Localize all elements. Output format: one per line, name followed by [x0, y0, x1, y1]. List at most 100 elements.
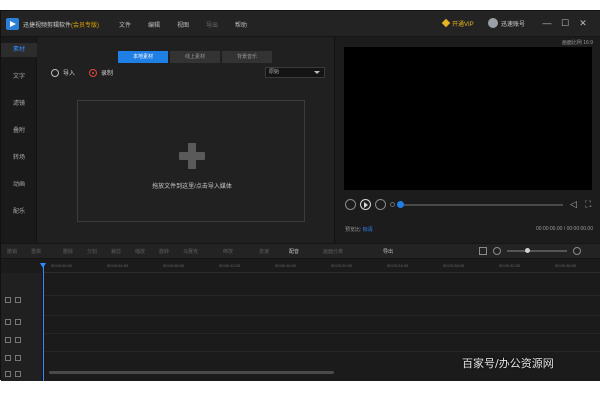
- delete-button[interactable]: 删除: [63, 248, 73, 255]
- text-track-icon[interactable]: [5, 337, 11, 343]
- undo-button[interactable]: 撤销: [7, 248, 17, 255]
- record-button[interactable]: 录制: [101, 68, 113, 77]
- ruler-tick: 00:00:28.00: [443, 263, 465, 268]
- aspect-ratio-label[interactable]: 画面比例 16:9: [562, 39, 593, 46]
- text-track-header: [5, 335, 39, 345]
- window-controls: — ☐ ✕: [541, 17, 589, 29]
- play-icon[interactable]: [360, 199, 371, 210]
- menu-export[interactable]: 导出: [206, 20, 235, 29]
- time-ruler[interactable]: 00:00:00.00 00:00:04.00 00:00:08.00 00:0…: [43, 259, 600, 273]
- tab-background-music[interactable]: 背景音乐: [222, 51, 272, 63]
- timeline-scrollbar[interactable]: [49, 371, 334, 374]
- ruler-tick: 00:00:16.00: [275, 263, 297, 268]
- image-track-icon[interactable]: [5, 319, 11, 325]
- fullscreen-icon[interactable]: ⛶: [585, 199, 591, 210]
- menu-help[interactable]: 帮助: [235, 20, 264, 29]
- lock-icon[interactable]: [15, 319, 21, 325]
- tab-online-media[interactable]: 线上素材: [170, 51, 220, 63]
- track-divider: [43, 333, 600, 334]
- track-divider: [43, 295, 600, 296]
- track-headers: [1, 273, 43, 381]
- crop-button[interactable]: 裁剪: [111, 248, 121, 255]
- lock-icon[interactable]: [15, 337, 21, 343]
- record-icon: [89, 68, 98, 77]
- zoom-slider[interactable]: [507, 248, 567, 253]
- ruler-tick: 00:00:12.00: [219, 263, 241, 268]
- music-track-icon[interactable]: [5, 355, 11, 361]
- video-track-icon[interactable]: [5, 297, 11, 303]
- frame-step-icon[interactable]: [390, 202, 395, 207]
- preview-screen: [344, 47, 592, 190]
- import-button[interactable]: 导入: [63, 68, 75, 77]
- quality-value[interactable]: 标清: [363, 227, 373, 233]
- vip-label: 开通VIP: [452, 22, 474, 28]
- maximize-icon[interactable]: ☐: [559, 17, 571, 29]
- minimize-icon[interactable]: —: [541, 17, 553, 29]
- redo-button[interactable]: 重做: [31, 248, 41, 255]
- media-dropzone[interactable]: 拖放文件到这里/点击导入媒体: [77, 100, 305, 222]
- overlay-track-header: [5, 317, 39, 327]
- mic-track-icon[interactable]: [5, 371, 11, 377]
- menu-file[interactable]: 文件: [119, 20, 148, 29]
- playback-controls: ◁ ⛶: [345, 199, 595, 211]
- sidebar-item-overlays[interactable]: 叠附: [1, 124, 37, 138]
- mosaic-button[interactable]: 马赛克: [183, 248, 198, 255]
- export-button[interactable]: 导出: [383, 248, 393, 255]
- track-divider: [43, 315, 600, 316]
- preview-panel: 画面比例 16:9 ◁ ⛶ 预览比: 标清 00:00:00.00 / 00:0…: [335, 37, 600, 243]
- vip-button[interactable]: 开通VIP: [441, 18, 474, 28]
- video-track-header: [5, 295, 39, 305]
- detach-audio-button[interactable]: 画面分离: [323, 248, 343, 255]
- timecode: 00:00:00.00 / 00:00:00.00: [536, 226, 593, 232]
- user-account[interactable]: 迅速账号: [488, 18, 525, 28]
- sidebar-item-text[interactable]: 文字: [1, 70, 37, 84]
- close-icon[interactable]: ✕: [577, 17, 589, 29]
- voiceover-button[interactable]: 配音: [289, 248, 299, 255]
- watermark: 百家号/办公资源网: [462, 357, 554, 370]
- zoom-in-icon[interactable]: [573, 247, 581, 255]
- fit-icon[interactable]: [479, 247, 487, 255]
- volume-icon[interactable]: ◁: [570, 199, 577, 210]
- app-edition: (会员专版): [71, 23, 100, 29]
- preview-quality[interactable]: 预览比: 标清: [345, 226, 373, 233]
- sort-value: 原始: [269, 69, 280, 75]
- ruler-tick: 00:00:04.00: [107, 263, 129, 268]
- import-row: 导入 录制: [51, 68, 113, 77]
- sidebar-item-transitions[interactable]: 转场: [1, 151, 37, 165]
- ruler-tick: 00:00:24.00: [387, 263, 409, 268]
- avatar: [488, 18, 498, 28]
- rotate-button[interactable]: 旋转: [159, 248, 169, 255]
- ruler-tick: 00:00:32.00: [499, 263, 521, 268]
- tab-local-media[interactable]: 本地素材: [118, 51, 168, 63]
- zoom-out-icon[interactable]: [493, 247, 501, 255]
- split-button[interactable]: 分割: [87, 248, 97, 255]
- app-title: 迅捷视频剪辑软件(会员专版): [23, 20, 99, 29]
- speed-button[interactable]: 变速: [259, 248, 269, 255]
- lock-icon[interactable]: [15, 297, 21, 303]
- sidebar-item-filters[interactable]: 滤镜: [1, 97, 37, 111]
- music-track-header: [5, 353, 39, 363]
- menu-bar: 文件 编辑 视图 导出 帮助: [119, 20, 264, 29]
- title-bar: 迅捷视频剪辑软件(会员专版) 文件 编辑 视图 导出 帮助 开通VIP 迅速账号…: [1, 11, 600, 37]
- sidebar-item-media[interactable]: 素材: [1, 43, 37, 57]
- quality-label: 预览比:: [345, 227, 362, 233]
- sidebar-item-animation[interactable]: 动画: [1, 178, 37, 192]
- reverse-button[interactable]: 倒放: [223, 248, 233, 255]
- menu-edit[interactable]: 编辑: [148, 20, 177, 29]
- plus-icon[interactable]: [179, 143, 205, 169]
- progress-track[interactable]: [403, 204, 563, 206]
- lock-icon[interactable]: [15, 355, 21, 361]
- menu-view[interactable]: 视图: [177, 20, 206, 29]
- rewind-icon[interactable]: [345, 199, 356, 210]
- zoom-button[interactable]: 缩放: [135, 248, 145, 255]
- edit-toolbar: 撤销 重做 删除 分割 裁剪 缩放 旋转 马赛克 倒放 变速 配音 画面分离 导…: [1, 243, 600, 259]
- sort-select[interactable]: 原始: [265, 67, 325, 78]
- sidebar-item-music[interactable]: 配乐: [1, 205, 37, 219]
- stop-icon[interactable]: [375, 199, 386, 210]
- playhead[interactable]: [40, 263, 46, 381]
- lock-icon[interactable]: [15, 371, 21, 377]
- zoom-slider-knob[interactable]: [525, 248, 530, 253]
- progress-knob[interactable]: [397, 201, 404, 208]
- app-name: 迅捷视频剪辑软件: [23, 23, 72, 29]
- dropzone-hint: 拖放文件到这里/点击导入媒体: [152, 184, 232, 190]
